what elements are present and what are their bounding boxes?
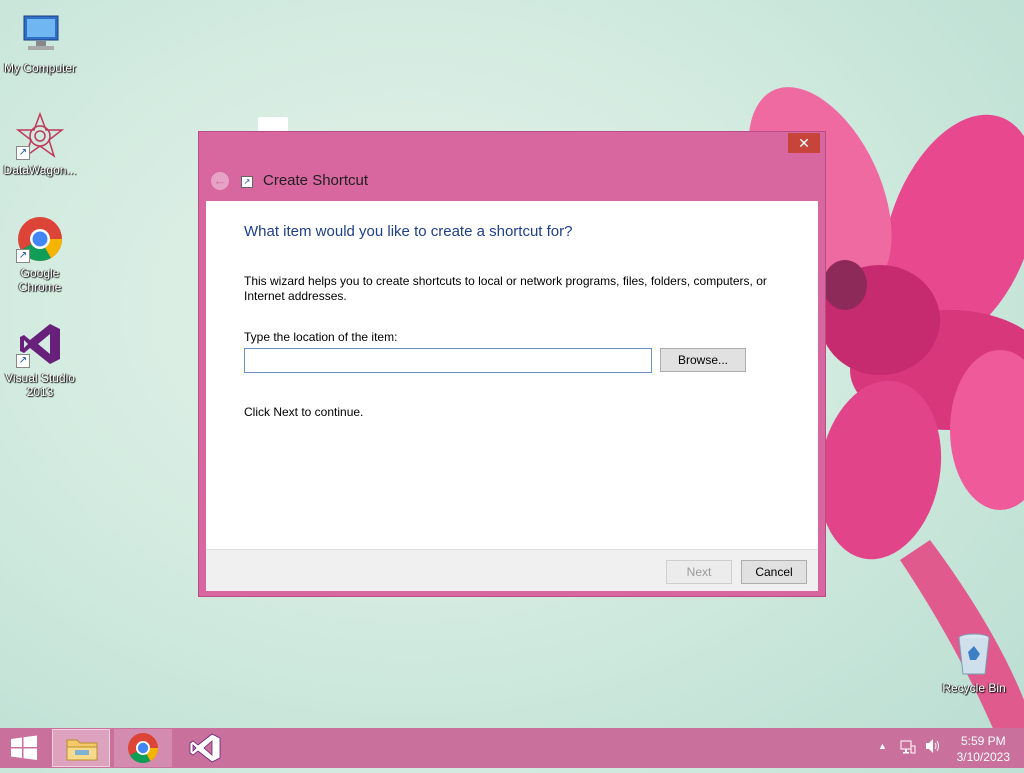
start-button[interactable] <box>0 729 48 767</box>
network-icon[interactable] <box>900 739 916 755</box>
dialog-title: Create Shortcut <box>263 172 369 189</box>
desktop-icon-visual-studio[interactable]: ↗ Visual Studio 2013 <box>0 320 80 399</box>
title-bar: ← ↗ Create Shortcut <box>199 162 825 200</box>
recycle-bin-icon <box>950 630 998 678</box>
desktop-icon-my-computer[interactable]: My Computer <box>0 10 80 75</box>
close-button[interactable]: ✕ <box>788 133 820 153</box>
browse-button[interactable]: Browse... <box>660 348 746 372</box>
location-label: Type the location of the item: <box>244 330 398 344</box>
system-tray: ▲ 5:59 PM 3/10/2023 <box>864 728 1024 768</box>
clock-date: 3/10/2023 <box>956 750 1010 764</box>
taskbar: ▲ 5:59 PM 3/10/2023 <box>0 728 1024 768</box>
chrome-icon <box>128 733 158 764</box>
desktop-icon-label: My Computer <box>3 61 77 75</box>
visual-studio-icon: ↗ <box>16 320 64 368</box>
wizard-description: This wizard helps you to create shortcut… <box>244 274 767 303</box>
volume-icon[interactable] <box>924 738 942 757</box>
continue-hint: Click Next to continue. <box>244 405 364 419</box>
shortcut-arrow-icon: ↗ <box>16 354 30 368</box>
taskbar-visual-studio[interactable] <box>176 729 234 767</box>
clock-time: 5:59 PM <box>960 734 1006 748</box>
desktop-icon-google-chrome[interactable]: ↗ Google Chrome <box>0 215 80 294</box>
desktop-icon-label: Visual Studio 2013 <box>5 371 75 399</box>
wizard-footer: Next Cancel <box>206 549 818 591</box>
datawagon-icon: ↗ <box>15 111 65 160</box>
shortcut-arrow-icon: ↗ <box>16 146 30 160</box>
show-hidden-icons-button[interactable]: ▲ <box>878 741 887 751</box>
chrome-icon: ↗ <box>16 215 64 263</box>
location-input[interactable] <box>244 348 652 373</box>
clock[interactable]: 5:59 PM 3/10/2023 <box>957 733 1010 765</box>
visual-studio-icon <box>189 733 221 763</box>
wizard-heading: What item would you like to create a sho… <box>244 223 573 240</box>
shortcut-arrow-icon: ↗ <box>16 249 30 263</box>
taskbar-chrome[interactable] <box>114 729 172 767</box>
desktop-icon-recycle-bin[interactable]: Recycle Bin <box>934 630 1014 695</box>
desktop-icon-datawagon[interactable]: ↗ DataWagon... <box>0 111 80 177</box>
folder-icon <box>66 739 98 761</box>
back-arrow-icon[interactable]: ← <box>211 172 229 190</box>
next-button[interactable]: Next <box>666 560 732 584</box>
taskbar-file-explorer[interactable] <box>52 729 110 767</box>
desktop-icon-label: Recycle Bin <box>942 681 1006 695</box>
cancel-button[interactable]: Cancel <box>741 560 807 584</box>
desktop-icon-label: DataWagon... <box>3 163 77 177</box>
create-shortcut-dialog: ✕ ← ↗ Create Shortcut What item would yo… <box>198 131 826 597</box>
computer-icon <box>16 10 64 58</box>
wizard-content: What item would you like to create a sho… <box>206 201 818 549</box>
shortcut-icon: ↗ <box>241 176 253 188</box>
windows-logo-icon <box>11 735 37 760</box>
desktop-icon-label: Google Chrome <box>18 266 62 294</box>
